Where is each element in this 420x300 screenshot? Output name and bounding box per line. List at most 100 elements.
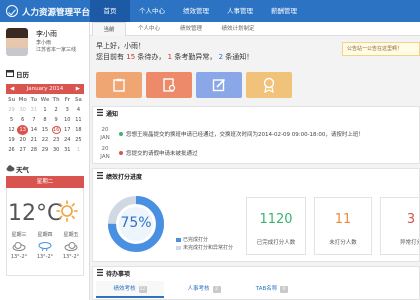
award-shortcut[interactable]	[246, 72, 292, 98]
subtab-current[interactable]: 当前	[92, 22, 126, 36]
calendar-weekday: Tu	[30, 97, 38, 103]
stat-label: 已完成打分人数	[256, 240, 296, 246]
calendar-day[interactable]: 11	[73, 115, 84, 125]
calendar-day[interactable]: 18	[73, 125, 84, 135]
stat-abnormal[interactable]: 3 异常打分	[380, 197, 420, 255]
calendar-day[interactable]: 15	[39, 125, 50, 135]
nav-salary[interactable]: 薪酬管理	[264, 0, 304, 22]
calendar-day[interactable]: 28	[28, 145, 39, 155]
nav-performance[interactable]: 绩效管理	[176, 0, 216, 22]
calendar-day[interactable]: 30	[17, 105, 28, 115]
calendar-day[interactable]: 4	[73, 105, 84, 115]
todo-tab-other[interactable]: TAB名称 0	[244, 281, 300, 298]
calendar-day-today[interactable]: 13	[17, 125, 29, 135]
notification-count[interactable]: 2	[219, 53, 223, 61]
cloud-icon	[12, 241, 26, 251]
calendar-day[interactable]: 3	[62, 105, 73, 115]
weather-section-title: 天气	[16, 166, 29, 174]
calendar-day[interactable]: 26	[6, 145, 17, 155]
nav-personal-center[interactable]: 个人中心	[132, 0, 172, 22]
calendar-week-row: 29 30 31 1 2 3 4	[6, 105, 84, 115]
todo-tab-personnel[interactable]: 人事考核 2	[176, 281, 232, 298]
calendar-day[interactable]: 30	[51, 145, 62, 155]
tab-count-badge: 0	[280, 286, 289, 293]
stat-label: 异常打分	[399, 240, 420, 246]
calendar-day[interactable]: 9	[51, 115, 62, 125]
announcement-ticker[interactable]: 公告站一公告在这里啊！	[342, 42, 420, 56]
calendar-day[interactable]: 31	[62, 145, 73, 155]
calendar-day[interactable]: 20	[17, 135, 28, 145]
calendar-day[interactable]: 24	[62, 135, 73, 145]
calendar-day[interactable]: 27	[17, 145, 28, 155]
calendar-day[interactable]: 8	[39, 115, 50, 125]
calendar-day[interactable]: 29	[6, 105, 17, 115]
calendar-next-icon[interactable]: ▶	[76, 84, 80, 94]
notice-item-1[interactable]: 您想王晓晶提交的换班申请已经通过，交换班次时间为2014-02-09 09:00…	[126, 130, 364, 138]
performance-title: 绩效打分进度	[106, 174, 143, 181]
rain-cloud-icon	[38, 241, 52, 252]
calendar-week-row: 12 13 14 15 16 17 18	[6, 125, 84, 135]
calendar-day[interactable]: 25	[73, 135, 84, 145]
nav-home[interactable]: 首页	[90, 0, 130, 22]
calendar-day[interactable]: 17	[62, 125, 73, 135]
todo-count[interactable]: 15	[126, 53, 135, 61]
calendar-day[interactable]: 7	[28, 115, 39, 125]
notice-status-dot	[119, 132, 123, 136]
calendar-grid: Su Mo Tu We Th Fr Sa 29 30 31 1 2 3 4 5 6 7 8 9 10 11 12 13 14 1…	[6, 95, 84, 155]
calendar-day[interactable]: 31	[28, 105, 39, 115]
calendar-day[interactable]: 19	[6, 135, 17, 145]
calendar-day[interactable]: 10	[62, 115, 73, 125]
clipboard-shortcut[interactable]	[96, 72, 142, 98]
calendar-prev-icon[interactable]: ◀	[10, 84, 14, 94]
greeting-title: 早上好，小雨！	[96, 42, 145, 50]
user-role: 李小雨	[36, 40, 52, 46]
calendar-weekday: Th	[52, 97, 60, 103]
calendar-section-title: 日历	[16, 71, 29, 79]
subtab-personal-center[interactable]: 个人中心	[130, 22, 168, 36]
calendar-day[interactable]: 6	[17, 115, 28, 125]
current-temperature: 12°C	[8, 201, 63, 226]
calendar-day[interactable]: 5	[6, 115, 17, 125]
legend-incomplete: 未完成打分和异常打分	[176, 244, 233, 251]
list-icon	[97, 109, 103, 116]
calendar-day[interactable]: 16	[51, 125, 62, 135]
calendar-weekday: Su	[7, 97, 16, 103]
todo-tab-performance[interactable]: 绩效考核 12	[96, 281, 164, 298]
calendar-weekday: Mo	[18, 97, 27, 103]
calendar-day[interactable]: 29	[39, 145, 50, 155]
attendance-exception-count[interactable]: 1	[168, 53, 172, 61]
forecast-day-name: 星期三	[11, 232, 27, 238]
calendar-day[interactable]: 1	[39, 105, 50, 115]
calendar-day[interactable]: 14	[28, 125, 39, 135]
calendar-day[interactable]: 1	[73, 145, 84, 155]
stat-value: 3	[406, 212, 416, 227]
calendar-weekday-row: Su Mo Tu We Th Fr Sa	[6, 95, 84, 105]
cloud-icon	[64, 241, 78, 251]
edit-shortcut[interactable]	[196, 72, 242, 98]
stat-not-scored[interactable]: 11 未打分人数	[314, 197, 372, 255]
subtab-performance[interactable]: 绩效管理	[172, 22, 210, 36]
calendar-day[interactable]: 23	[51, 135, 62, 145]
calendar-week-row: 19 20 21 22 23 24 25	[6, 135, 84, 145]
notice-item-2[interactable]: 您提交的请假申请未被批通过	[126, 149, 198, 157]
avatar[interactable]	[6, 28, 28, 56]
notice-date: 20 JAN	[100, 127, 110, 141]
settings-document-shortcut[interactable]	[146, 72, 192, 98]
forecast-day-name: 星期四	[37, 232, 53, 238]
user-name: 李小雨	[36, 30, 57, 38]
legend-completed: 已完成打分	[176, 236, 208, 243]
stat-completed[interactable]: 1120 已完成打分人数	[246, 197, 306, 255]
calendar-weekday: We	[40, 97, 50, 103]
stat-value: 11	[334, 212, 352, 227]
calendar-day[interactable]: 22	[39, 135, 50, 145]
forecast-day-2: 星期四 13°-2°	[33, 231, 57, 260]
calendar-day[interactable]: 2	[51, 105, 62, 115]
stat-label: 未打分人数	[329, 240, 357, 246]
logo-icon	[6, 5, 18, 17]
tab-count-badge: 2	[212, 286, 221, 293]
nav-personnel[interactable]: 人事管理	[220, 0, 260, 22]
calendar-day[interactable]: 12	[6, 125, 17, 135]
calendar-day[interactable]: 21	[28, 135, 39, 145]
subtab-performance-plan[interactable]: 绩效计划制定	[214, 22, 262, 36]
notice-title: 通知	[106, 111, 119, 118]
